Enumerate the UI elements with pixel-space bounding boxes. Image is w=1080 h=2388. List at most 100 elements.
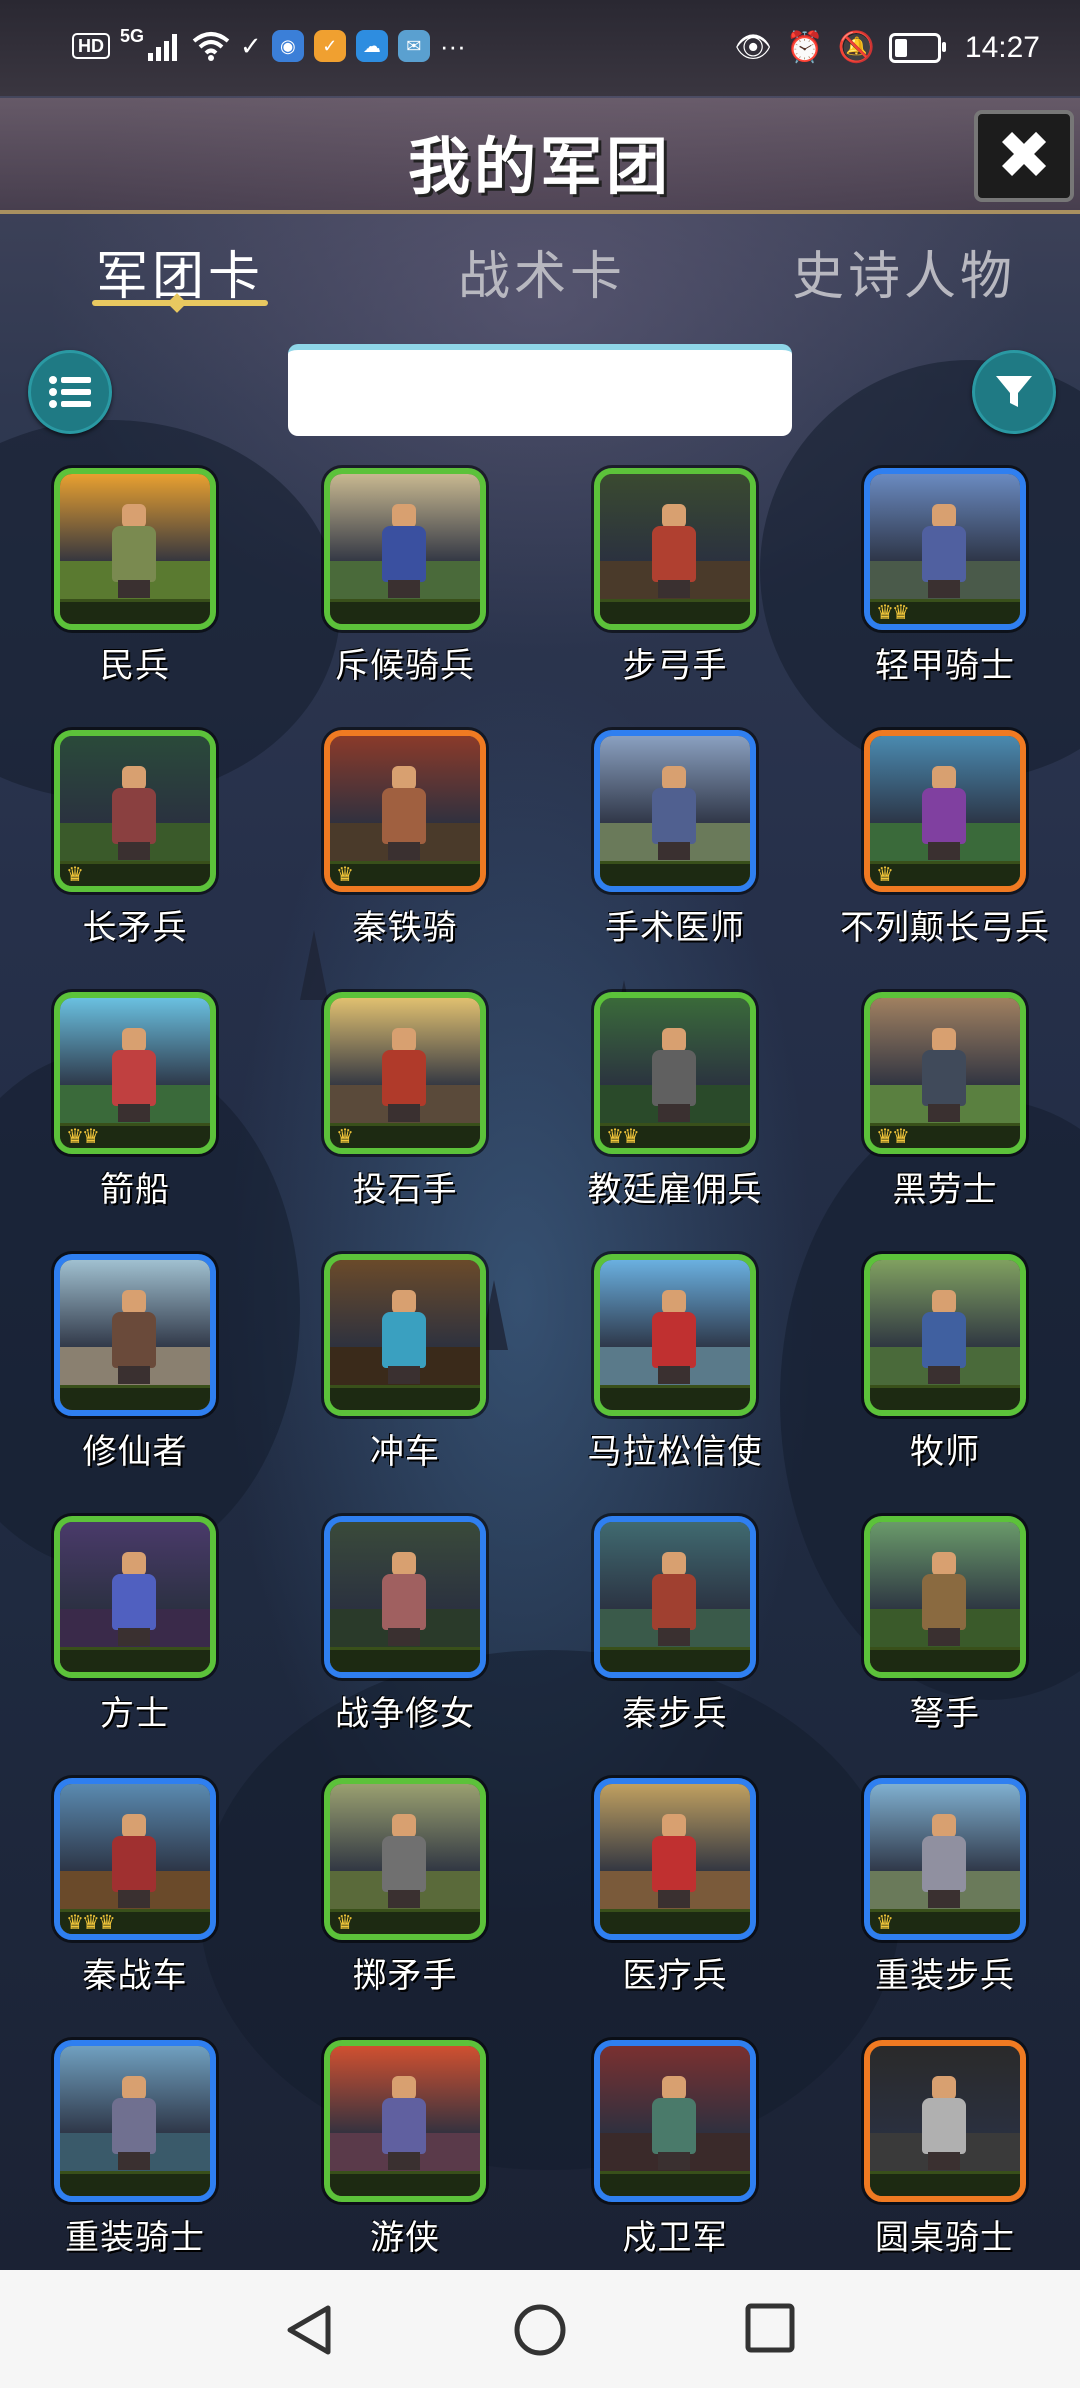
unit-name-label: 战争修女 [335, 1694, 475, 1734]
tab-tactic-cards[interactable]: 战术卡 [458, 234, 626, 309]
portrait-grass-strip [870, 1909, 1020, 1934]
home-circle-icon[interactable] [512, 2302, 568, 2358]
portrait-grass-strip [60, 1647, 210, 1672]
unit-name-label: 冲车 [370, 1432, 440, 1472]
unit-name-label: 重装步兵 [875, 1956, 1015, 1996]
crown-icon: ♛ [336, 862, 354, 886]
unit-name-label: 重装骑士 [65, 2218, 205, 2258]
portrait-grass-strip [330, 1123, 480, 1148]
unit-card[interactable]: ♛♛ 箭船 [0, 992, 270, 1254]
list-icon [49, 376, 91, 408]
unit-card[interactable]: 牧师 [810, 1254, 1080, 1516]
browser-app-icon: ◉ [271, 30, 304, 62]
unit-card[interactable]: ♛♛ 轻甲骑士 [810, 468, 1080, 730]
unit-name-label: 黑劳士 [892, 1170, 998, 1210]
unit-portrait-frame: ♛♛♛ [54, 1778, 216, 1940]
unit-figure [644, 1290, 704, 1384]
portrait-grass-strip [330, 2171, 480, 2196]
unit-figure [104, 1028, 164, 1122]
unit-name-label: 医疗兵 [622, 1956, 728, 1996]
unit-portrait-frame [324, 2040, 486, 2202]
unit-name-label: 游侠 [370, 2218, 440, 2258]
unit-card[interactable]: ♛ 投石手 [270, 992, 540, 1254]
portrait-grass-strip [870, 1385, 1020, 1410]
recents-square-icon[interactable] [744, 2302, 796, 2354]
unit-card[interactable]: 医疗兵 [540, 1778, 810, 2040]
crown-icon: ♛♛♛ [66, 1910, 116, 1934]
unit-portrait-frame [324, 1516, 486, 1678]
unit-name-label: 手术医师 [605, 908, 745, 948]
battery-icon [888, 32, 946, 63]
search-input[interactable] [288, 344, 792, 436]
unit-name-label: 圆桌骑士 [875, 2218, 1015, 2258]
network-type: 5G [120, 25, 145, 46]
unit-figure [644, 766, 704, 860]
unit-portrait-frame [864, 1254, 1026, 1416]
unit-figure [374, 504, 434, 598]
portrait-grass-strip [870, 861, 1020, 886]
cloud-app-icon: ☁ [355, 30, 388, 62]
unit-portrait-frame: ♛♛ [864, 992, 1026, 1154]
unit-figure [914, 2076, 974, 2170]
unit-portrait-frame: ♛ [864, 1778, 1026, 1940]
crown-icon: ♛ [876, 862, 894, 886]
unit-portrait-frame: ♛♛ [594, 992, 756, 1154]
unit-card[interactable]: 马拉松信使 [540, 1254, 810, 1516]
filter-button[interactable] [972, 350, 1056, 434]
unit-card[interactable]: 秦步兵 [540, 1516, 810, 1778]
unit-figure [914, 504, 974, 598]
unit-card[interactable]: ♛ 不列颠长弓兵 [810, 730, 1080, 992]
back-triangle-icon[interactable] [282, 2302, 336, 2358]
portrait-grass-strip [60, 2171, 210, 2196]
unit-name-label: 步弓手 [622, 646, 728, 686]
unit-card[interactable]: 游侠 [270, 2040, 540, 2302]
unit-portrait-frame: ♛ [54, 730, 216, 892]
unit-card[interactable]: ♛ 长矛兵 [0, 730, 270, 992]
unit-figure [104, 1290, 164, 1384]
unit-card[interactable]: 方士 [0, 1516, 270, 1778]
close-button[interactable]: ✖ [974, 110, 1074, 202]
unit-card[interactable]: ♛♛♛ 秦战车 [0, 1778, 270, 2040]
unit-card[interactable]: 重装骑士 [0, 2040, 270, 2302]
alarm-icon: ⏰ [786, 31, 824, 64]
unit-card[interactable]: ♛ 掷矛手 [270, 1778, 540, 2040]
unit-card[interactable]: 圆桌骑士 [810, 2040, 1080, 2302]
unit-figure [914, 766, 974, 860]
unit-portrait-frame [594, 1254, 756, 1416]
unit-figure [644, 1028, 704, 1122]
unit-figure [374, 766, 434, 860]
unit-name-label: 轻甲骑士 [875, 646, 1015, 686]
unit-name-label: 斥候骑兵 [335, 646, 475, 686]
tab-epic-characters[interactable]: 史诗人物 [792, 234, 1016, 309]
unit-portrait-frame: ♛♛ [864, 468, 1026, 630]
crown-icon: ♛♛ [606, 1124, 640, 1148]
unit-card[interactable]: ♛♛ 黑劳士 [810, 992, 1080, 1254]
unit-portrait-frame: ♛ [324, 1778, 486, 1940]
unit-figure [374, 2076, 434, 2170]
status-left: HD 5G ✓ ◉ ✓ ☁ ✉ ··· [72, 26, 466, 62]
eye-icon: 👁 [734, 31, 773, 64]
portrait-grass-strip [600, 599, 750, 624]
list-view-button[interactable] [28, 350, 112, 434]
unit-card[interactable]: 手术医师 [540, 730, 810, 992]
unit-card[interactable]: 弩手 [810, 1516, 1080, 1778]
unit-figure [644, 1814, 704, 1908]
crown-icon: ♛ [336, 1124, 354, 1148]
unit-card[interactable]: 冲车 [270, 1254, 540, 1516]
unit-card[interactable]: 步弓手 [540, 468, 810, 730]
unit-card[interactable]: 修仙者 [0, 1254, 270, 1516]
unit-card[interactable]: ♛ 秦铁骑 [270, 730, 540, 992]
unit-card[interactable]: ♛♛ 教廷雇佣兵 [540, 992, 810, 1254]
signal-icon [148, 34, 178, 61]
unit-portrait-frame [594, 1778, 756, 1940]
unit-card[interactable]: ♛ 重装步兵 [810, 1778, 1080, 2040]
unit-card[interactable]: 民兵 [0, 468, 270, 730]
unit-name-label: 马拉松信使 [587, 1432, 763, 1472]
unit-portrait-frame [594, 730, 756, 892]
unit-name-label: 教廷雇佣兵 [587, 1170, 763, 1210]
unit-card[interactable]: 戍卫军 [540, 2040, 810, 2302]
more-notifications-icon: ··· [439, 30, 466, 61]
unit-card[interactable]: 斥候骑兵 [270, 468, 540, 730]
unit-card[interactable]: 战争修女 [270, 1516, 540, 1778]
unit-name-label: 不列颠长弓兵 [840, 908, 1050, 948]
